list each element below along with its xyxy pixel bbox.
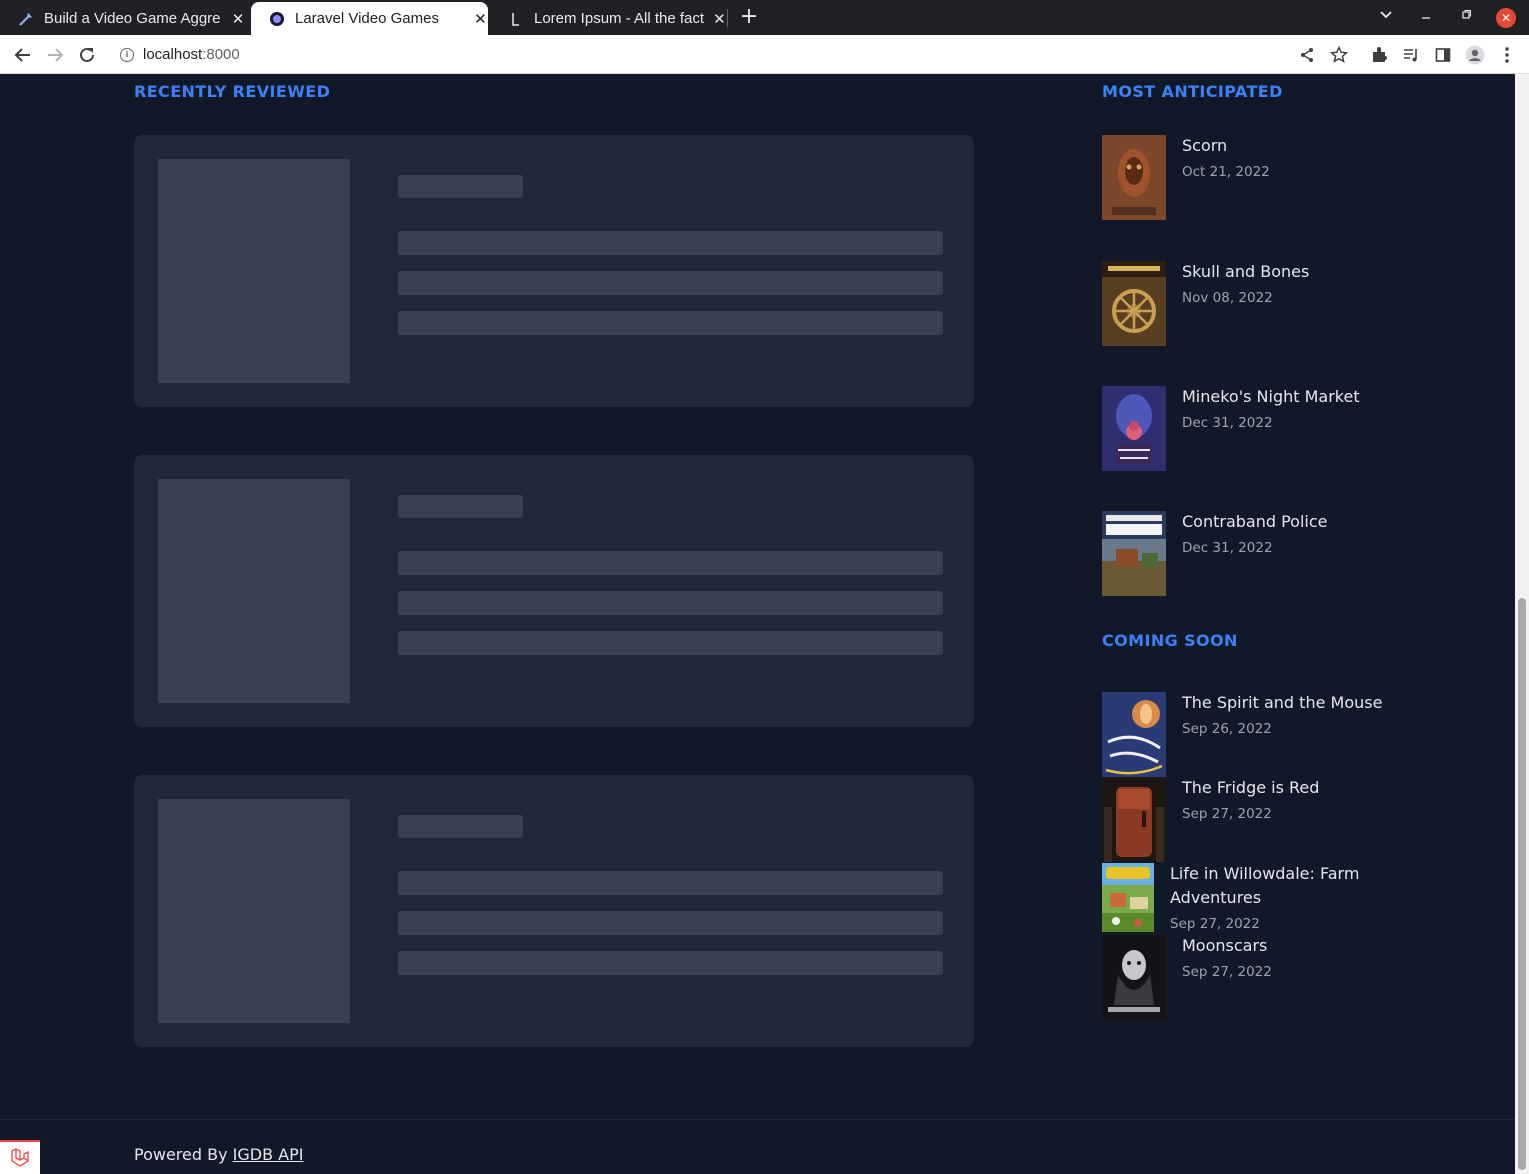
tab-title: Lorem Ipsum - All the fact xyxy=(534,10,704,27)
powered-by-text: Powered By xyxy=(134,1145,228,1164)
tab-separator xyxy=(727,9,728,27)
game-cover-image[interactable] xyxy=(1102,692,1166,777)
game-cover-image[interactable] xyxy=(1102,935,1166,1020)
scrollbar-thumb[interactable] xyxy=(1518,598,1526,1170)
menu-dots-icon[interactable] xyxy=(1496,44,1518,66)
page-scrollbar[interactable] xyxy=(1515,74,1529,1174)
info-icon[interactable]: i xyxy=(120,47,134,62)
footer-divider xyxy=(0,1119,1515,1120)
game-cover-image[interactable] xyxy=(1102,261,1166,346)
side-panel-icon[interactable] xyxy=(1432,44,1454,66)
game-cover-image[interactable] xyxy=(1102,135,1166,220)
game-cover-image[interactable] xyxy=(1102,863,1154,932)
tools-icon xyxy=(18,11,34,27)
game-title[interactable]: The Spirit and the Mouse xyxy=(1182,693,1382,712)
game-title[interactable]: Contraband Police xyxy=(1182,512,1328,531)
share-icon[interactable] xyxy=(1296,44,1318,66)
profile-avatar-icon[interactable] xyxy=(1464,44,1486,66)
tab-title: Laravel Video Games xyxy=(295,10,439,27)
media-control-icon[interactable] xyxy=(1400,44,1422,66)
bookmark-star-icon[interactable] xyxy=(1328,44,1350,66)
game-title[interactable]: Scorn xyxy=(1182,136,1227,155)
lipsum-icon xyxy=(508,11,524,27)
globe-icon xyxy=(269,11,285,27)
game-release-date: Oct 21, 2022 xyxy=(1182,164,1270,180)
laravel-logo-icon[interactable] xyxy=(0,1140,40,1174)
game-release-date: Sep 27, 2022 xyxy=(1170,916,1260,932)
restore-button[interactable] xyxy=(1455,6,1477,28)
close-window-button[interactable]: ✕ xyxy=(1496,8,1516,28)
close-icon[interactable]: ✕ xyxy=(230,10,246,28)
page-content: Recently Reviewed Most Anticipated Scorn… xyxy=(0,74,1515,1174)
game-release-date: Nov 08, 2022 xyxy=(1182,290,1273,306)
game-title[interactable]: Moonscars xyxy=(1182,936,1267,955)
review-skeleton-card xyxy=(134,135,974,407)
skeleton-line xyxy=(398,231,943,255)
url-text: localhost:8000 xyxy=(143,46,240,63)
review-skeleton-card xyxy=(134,775,974,1047)
game-title[interactable]: Mineko's Night Market xyxy=(1182,387,1360,406)
game-release-date: Sep 27, 2022 xyxy=(1182,964,1272,980)
skeleton-line xyxy=(398,271,943,295)
game-title[interactable]: The Fridge is Red xyxy=(1182,778,1319,797)
skeleton-line xyxy=(398,631,943,655)
most-anticipated-heading: Most Anticipated xyxy=(1102,82,1283,101)
footer: Powered By IGDB API xyxy=(134,1145,303,1164)
skeleton-line xyxy=(398,951,943,975)
skeleton-title xyxy=(398,815,523,838)
back-button[interactable] xyxy=(11,43,35,67)
game-title[interactable]: Skull and Bones xyxy=(1182,262,1309,281)
recently-reviewed-heading: Recently Reviewed xyxy=(134,82,331,101)
browser-toolbar: i localhost:8000 xyxy=(0,35,1529,74)
skeleton-line xyxy=(398,551,943,575)
tab-search-icon[interactable] xyxy=(1375,6,1397,28)
tab-laravel-video-games[interactable]: Laravel Video Games ✕ xyxy=(251,2,488,35)
extensions-icon[interactable] xyxy=(1368,44,1390,66)
forward-button[interactable] xyxy=(43,43,67,67)
game-release-date: Dec 31, 2022 xyxy=(1182,415,1273,431)
skeleton-title xyxy=(398,175,523,198)
game-release-date: Sep 26, 2022 xyxy=(1182,721,1272,737)
game-release-date: Sep 27, 2022 xyxy=(1182,806,1272,822)
new-tab-button[interactable]: + xyxy=(738,6,760,28)
skeleton-line xyxy=(398,591,943,615)
address-bar[interactable]: i localhost:8000 xyxy=(108,39,1358,70)
skeleton-line xyxy=(398,911,943,935)
tab-title: Build a Video Game Aggre xyxy=(44,10,221,27)
minimize-button[interactable] xyxy=(1415,6,1437,28)
game-cover-image[interactable] xyxy=(1102,386,1166,471)
tab-build-video-game[interactable]: Build a Video Game Aggre ✕ xyxy=(0,2,247,35)
skeleton-line xyxy=(398,311,943,335)
game-release-date: Dec 31, 2022 xyxy=(1182,540,1273,556)
review-skeleton-card xyxy=(134,455,974,727)
close-icon[interactable]: ✕ xyxy=(473,10,488,28)
game-cover-image[interactable] xyxy=(1102,777,1166,862)
game-title[interactable]: Life in Willowdale: Farm Adventures xyxy=(1170,862,1380,910)
skeleton-cover xyxy=(158,799,350,1023)
coming-soon-heading: Coming Soon xyxy=(1102,631,1238,650)
close-icon[interactable]: ✕ xyxy=(712,10,727,28)
skeleton-title xyxy=(398,495,523,518)
reload-button[interactable] xyxy=(75,43,99,67)
tab-lorem-ipsum[interactable]: Lorem Ipsum - All the fact ✕ xyxy=(490,2,727,35)
game-cover-image[interactable] xyxy=(1102,511,1166,596)
skeleton-line xyxy=(398,871,943,895)
skeleton-cover xyxy=(158,479,350,703)
browser-tab-bar: Build a Video Game Aggre ✕ Laravel Video… xyxy=(0,0,1529,35)
skeleton-cover xyxy=(158,159,350,383)
igdb-api-link[interactable]: IGDB API xyxy=(233,1145,304,1164)
